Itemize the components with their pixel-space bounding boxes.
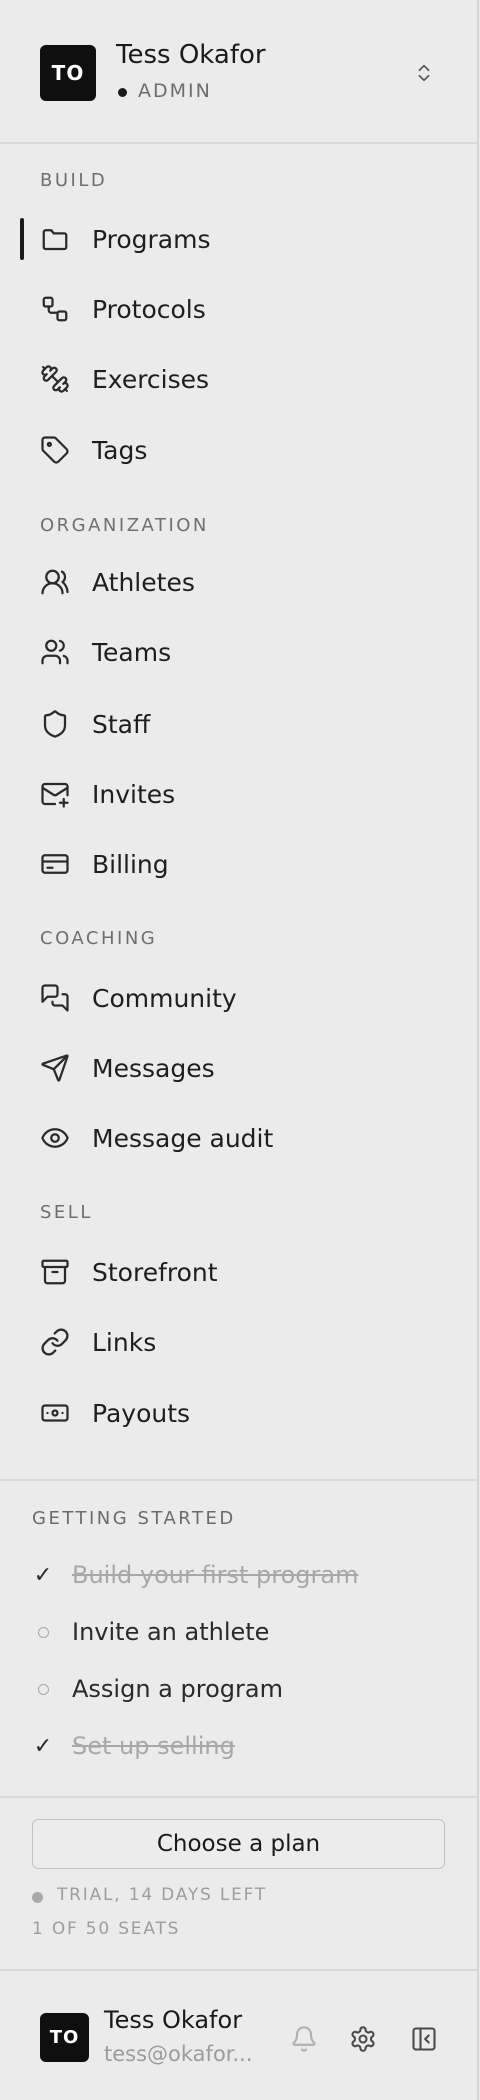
nav-item-community[interactable]: Community: [0, 968, 478, 1028]
trial-status-dot: [32, 1892, 43, 1903]
divider: [0, 1479, 478, 1481]
nav-item-athletes[interactable]: Athletes: [0, 552, 478, 612]
banknote-icon: [39, 1397, 71, 1429]
nav-item-label: Links: [92, 1327, 157, 1357]
nav-item-staff[interactable]: Staff: [0, 694, 478, 754]
gear-icon: [351, 2026, 375, 2052]
nav-item-protocols[interactable]: Protocols: [0, 279, 478, 339]
check-icon: ✓: [33, 1733, 53, 1758]
nav-item-label: Invites: [92, 779, 176, 809]
send-icon: [39, 1052, 71, 1084]
footer-avatar[interactable]: TO: [40, 2013, 89, 2062]
nav-item-label: Exercises: [92, 364, 210, 394]
nav-item-message-audit[interactable]: Message audit: [0, 1108, 478, 1168]
check-icon: ✓: [33, 1562, 53, 1587]
section-label-coaching: COACHING: [40, 928, 158, 949]
role-status-dot: [118, 88, 127, 97]
nav-item-messages[interactable]: Messages: [0, 1038, 478, 1098]
nav-item-label: Programs: [92, 224, 211, 254]
link-icon: [39, 1326, 71, 1358]
nav-item-teams[interactable]: Teams: [0, 622, 478, 682]
bell-icon: [292, 2026, 316, 2052]
task-label: Set up selling: [72, 1732, 235, 1760]
sidebar: TO Tess Okafor ADMIN BUILD Programs Prot…: [0, 0, 479, 2100]
footer-user-name: Tess Okafor: [104, 2006, 243, 2034]
task-assign-program[interactable]: Assign a program: [0, 1669, 478, 1709]
eye-icon: [39, 1122, 71, 1154]
folder-icon: [39, 223, 71, 255]
divider: [0, 1796, 478, 1798]
users-round-icon: [39, 566, 71, 598]
section-label-organization: ORGANIZATION: [40, 515, 209, 536]
nav-item-label: Staff: [92, 709, 151, 739]
seat-usage: 1 OF 50 SEATS: [32, 1919, 181, 1939]
pending-circle-icon: [38, 1626, 49, 1638]
chevrons-up-down-icon: [418, 64, 430, 82]
nav-item-label: Payouts: [92, 1398, 191, 1428]
nav-item-programs[interactable]: Programs: [0, 209, 478, 269]
nav-item-links[interactable]: Links: [0, 1312, 478, 1372]
messages-square-icon: [39, 982, 71, 1014]
nav-item-label: Teams: [92, 637, 172, 667]
panel-left-close-icon: [412, 2027, 436, 2051]
task-label: Invite an athlete: [72, 1618, 270, 1646]
account-header[interactable]: TO Tess Okafor ADMIN: [0, 0, 477, 144]
nav-item-label: Protocols: [92, 294, 206, 324]
nav-item-storefront[interactable]: Storefront: [0, 1242, 478, 1302]
nav-item-label: Billing: [92, 849, 169, 879]
settings-button[interactable]: [346, 2022, 380, 2056]
nav-item-invites[interactable]: Invites: [0, 764, 478, 824]
nav-item-label: Storefront: [92, 1257, 218, 1287]
nav-item-label: Messages: [92, 1053, 215, 1083]
account-name: Tess Okafor: [116, 40, 266, 70]
nav-item-label: Message audit: [92, 1123, 274, 1153]
credit-card-icon: [39, 848, 71, 880]
task-set-up-selling[interactable]: ✓ Set up selling: [0, 1726, 478, 1766]
choose-plan-button[interactable]: Choose a plan: [32, 1819, 445, 1869]
divider: [0, 1969, 478, 1971]
nav-item-payouts[interactable]: Payouts: [0, 1383, 478, 1443]
task-label: Build your first program: [72, 1561, 359, 1589]
getting-started-title: GETTING STARTED: [32, 1508, 236, 1529]
users-icon: [39, 636, 71, 668]
section-label-sell: SELL: [40, 1202, 93, 1223]
account-switcher-button[interactable]: [408, 56, 440, 90]
nav-item-label: Tags: [92, 435, 148, 465]
active-indicator: [20, 218, 24, 260]
archive-icon: [39, 1256, 71, 1288]
nav-item-tags[interactable]: Tags: [0, 420, 478, 480]
nav-item-label: Athletes: [92, 567, 195, 597]
task-invite-athlete[interactable]: Invite an athlete: [0, 1612, 478, 1652]
workflow-icon: [39, 293, 71, 325]
task-label: Assign a program: [72, 1675, 283, 1703]
mail-plus-icon: [39, 778, 71, 810]
nav-item-exercises[interactable]: Exercises: [0, 349, 478, 409]
section-label-build: BUILD: [40, 170, 108, 191]
footer-user-email: tess@okafor...: [104, 2042, 253, 2066]
nav-item-billing[interactable]: Billing: [0, 834, 478, 894]
trial-status: TRIAL, 14 DAYS LEFT: [57, 1885, 268, 1905]
account-role: ADMIN: [138, 80, 212, 102]
tag-icon: [39, 434, 71, 466]
avatar: TO: [40, 45, 96, 101]
pending-circle-icon: [38, 1683, 49, 1695]
notifications-button[interactable]: [287, 2022, 321, 2056]
task-build-first-program[interactable]: ✓ Build your first program: [0, 1555, 478, 1595]
shield-icon: [39, 708, 71, 740]
dumbbell-icon: [39, 363, 71, 395]
collapse-sidebar-button[interactable]: [407, 2022, 441, 2056]
nav-item-label: Community: [92, 983, 237, 1013]
